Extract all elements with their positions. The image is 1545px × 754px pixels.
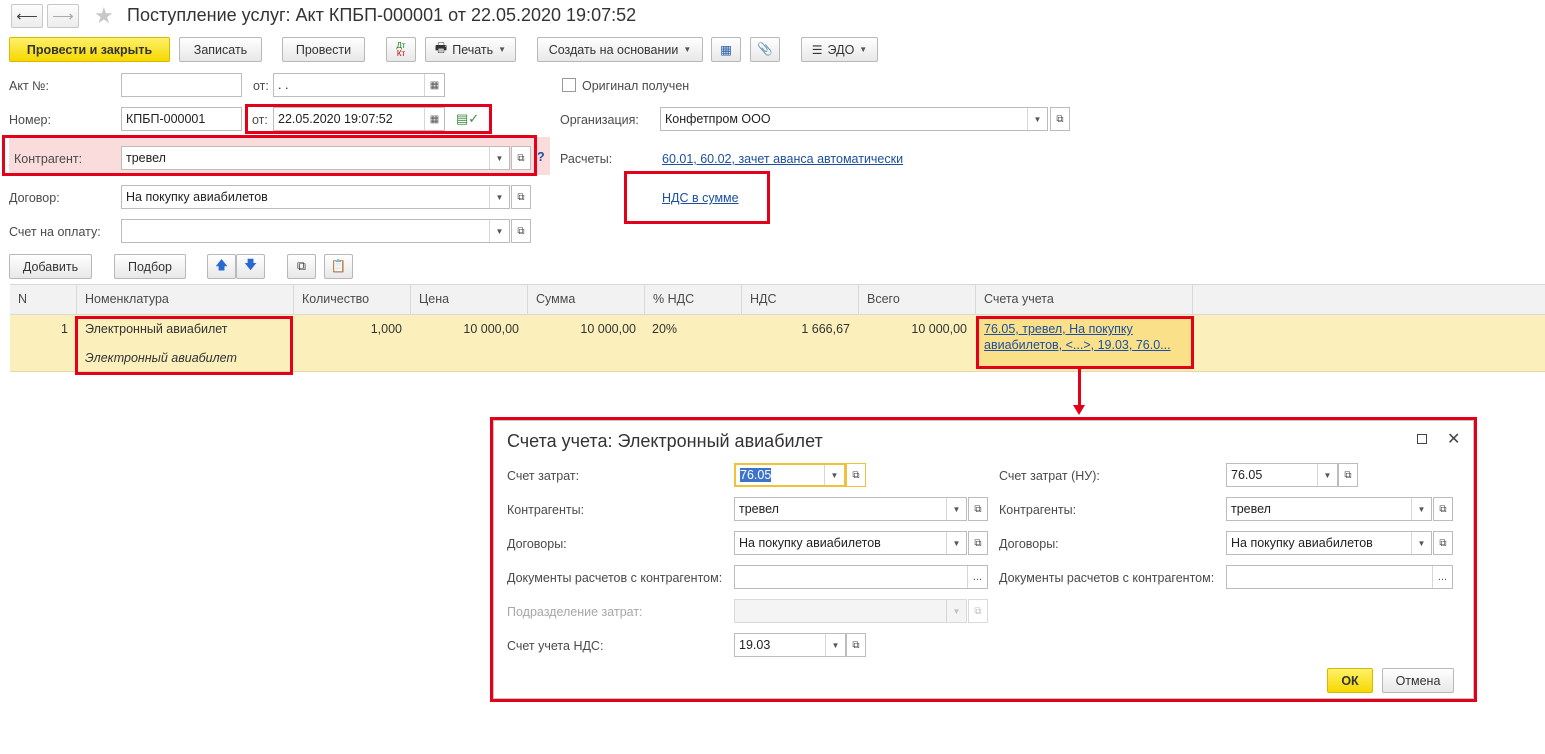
highlight-dialog (490, 417, 1477, 702)
dt-kt-icon: Дт Кт (396, 40, 406, 58)
post-button[interactable]: Провести (282, 37, 365, 62)
organization-label: Организация: (560, 113, 639, 127)
col-accounts[interactable]: Счета учета (976, 285, 1193, 316)
settlements-link[interactable]: 60.01, 60.02, зачет аванса автоматически (662, 152, 903, 166)
arrow-right-icon: ⟶ (52, 8, 74, 25)
edo-button[interactable]: ☰ ЭДО ▼ (801, 37, 878, 62)
highlight-accounts (976, 316, 1194, 369)
original-received-checkbox[interactable] (562, 78, 576, 92)
open-icon: ⧉ (1056, 113, 1064, 125)
selection-button[interactable]: Подбор (114, 254, 186, 279)
open-icon: ⧉ (517, 191, 525, 203)
original-received-label: Оригинал получен (582, 79, 690, 93)
number-input[interactable]: КПБП-000001 (121, 107, 242, 131)
highlight-item (75, 316, 293, 375)
dropdown-icon[interactable]: ▼ (1027, 108, 1047, 130)
col-n[interactable]: N (10, 285, 77, 316)
create-based-on-button[interactable]: Создать на основании ▼ (537, 37, 703, 62)
copy-icon: ⧉ (297, 259, 306, 273)
row-vat-rate[interactable]: 20% (652, 322, 677, 336)
col-quantity[interactable]: Количество (294, 285, 411, 316)
from-label: от: (253, 79, 269, 93)
number-label: Номер: (9, 113, 51, 127)
arrow-up-icon: 🡅 (215, 258, 228, 272)
window-title: Поступление услуг: Акт КПБП-000001 от 22… (127, 5, 637, 25)
row-total[interactable]: 10 000,00 (859, 322, 967, 336)
save-button[interactable]: Записать (179, 37, 262, 62)
edo-icon: ☰ (811, 42, 823, 57)
arrow-down-icon: 🡇 (244, 258, 257, 272)
contract-field[interactable]: На покупку авиабилетов ▼ (121, 185, 510, 209)
col-price[interactable]: Цена (411, 285, 528, 316)
highlight-date (245, 104, 492, 134)
chevron-down-icon: ▼ (498, 45, 507, 54)
dt-kt-button[interactable]: Дт Кт (386, 37, 416, 62)
dropdown-icon[interactable]: ▼ (489, 186, 509, 208)
print-button[interactable]: 🖶 Печать ▼ (425, 37, 516, 62)
paste-button[interactable]: 📋 (324, 254, 353, 279)
arrow-left-icon: ⟵ (16, 8, 38, 25)
printer-icon: 🖶 (434, 39, 448, 55)
back-button[interactable]: ⟵ (11, 4, 43, 28)
help-icon[interactable]: ? (537, 150, 545, 164)
forward-button[interactable]: ⟶ (47, 4, 79, 28)
invoice-label: Счет на оплату: (9, 225, 101, 239)
paste-icon: 📋 (330, 259, 347, 273)
col-vat-rate[interactable]: % НДС (645, 285, 742, 316)
settlements-label: Расчеты: (560, 152, 613, 166)
open-contract-button[interactable]: ⧉ (511, 185, 531, 209)
structure-icon: ▦ (720, 43, 732, 57)
col-nomenclature[interactable]: Номенклатура (77, 285, 294, 316)
organization-field[interactable]: Конфетпром ООО ▼ (660, 107, 1048, 131)
copy-button[interactable]: ⧉ (287, 254, 316, 279)
act-date-input[interactable]: . . ▦ (273, 73, 445, 97)
row-vat[interactable]: 1 666,67 (742, 322, 850, 336)
star-icon[interactable]: ★ (94, 3, 114, 29)
arrow-head-icon (1073, 405, 1085, 415)
calendar-icon[interactable]: ▦ (424, 74, 444, 96)
chevron-down-icon: ▼ (859, 45, 868, 54)
add-row-button[interactable]: Добавить (9, 254, 92, 279)
row-qty[interactable]: 1,000 (294, 322, 402, 336)
col-sum[interactable]: Сумма (528, 285, 645, 316)
open-invoice-button[interactable]: ⧉ (511, 219, 531, 243)
highlight-vat (624, 171, 770, 224)
move-down-button[interactable]: 🡇 (236, 254, 265, 279)
row-sum[interactable]: 10 000,00 (528, 322, 636, 336)
table-header: N Номенклатура Количество Цена Сумма % Н… (10, 284, 1545, 316)
row-n: 1 (61, 322, 68, 336)
act-no-label: Акт №: (9, 79, 50, 93)
col-vat[interactable]: НДС (742, 285, 859, 316)
row-price[interactable]: 10 000,00 (411, 322, 519, 336)
col-total[interactable]: Всего (859, 285, 976, 316)
open-organization-button[interactable]: ⧉ (1050, 107, 1070, 131)
highlight-counterparty (2, 135, 537, 176)
edo-label: ЭДО (827, 42, 855, 57)
create-based-label: Создать на основании (548, 42, 679, 57)
contract-label: Договор: (9, 191, 60, 205)
post-and-close-button[interactable]: Провести и закрыть (9, 37, 170, 62)
move-up-button[interactable]: 🡅 (207, 254, 236, 279)
act-no-input[interactable] (121, 73, 242, 97)
paperclip-icon: 📎 (757, 42, 773, 56)
open-icon: ⧉ (517, 225, 525, 237)
arrow-line (1078, 369, 1081, 409)
chevron-down-icon: ▼ (683, 45, 692, 54)
dropdown-icon[interactable]: ▼ (489, 220, 509, 242)
invoice-field[interactable]: ▼ (121, 219, 510, 243)
structure-button[interactable]: ▦ (711, 37, 741, 62)
attach-button[interactable]: 📎 (750, 37, 780, 62)
print-label: Печать (452, 42, 494, 57)
